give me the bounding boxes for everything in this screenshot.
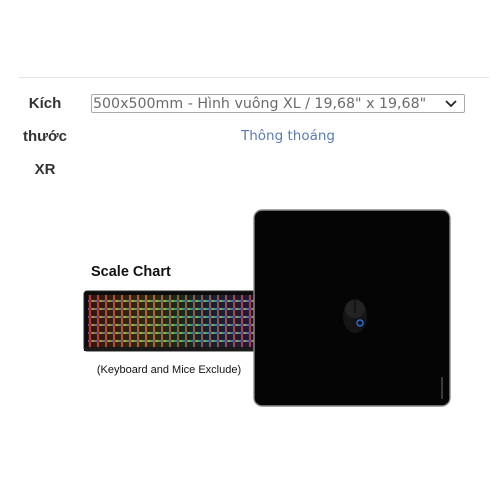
size-label-line-1: Kích (28, 95, 62, 112)
scale-chart-title: Scale Chart (91, 264, 171, 280)
mousepad-illustration (253, 209, 451, 407)
keyboard-illustration (83, 290, 261, 352)
size-label-line-3: XR (34, 161, 56, 178)
product-image (83, 209, 451, 407)
size-select-value: 500x500mm - Hình vuông XL / 19,68" x 19,… (93, 95, 427, 112)
chevron-down-icon (438, 95, 464, 112)
size-select[interactable]: 500x500mm - Hình vuông XL / 19,68" x 19,… (91, 94, 465, 113)
clear-option-link[interactable]: Thông thoáng (241, 128, 335, 144)
size-label-line-2: thước (22, 128, 68, 145)
divider (19, 77, 489, 78)
scale-chart-note: (Keyboard and Mice Exclude) (96, 364, 242, 376)
